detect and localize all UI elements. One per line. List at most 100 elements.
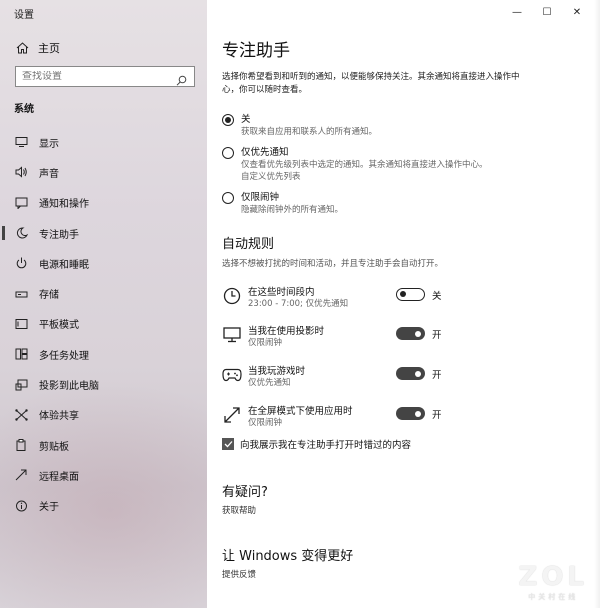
watermark-subtext: 中关村在线	[528, 593, 579, 601]
power-icon	[14, 256, 28, 270]
sidebar-item-label: 体验共享	[39, 411, 79, 423]
sidebar-item-focus-assist[interactable]: 专注助手	[0, 218, 207, 248]
rule-gaming-toggle[interactable]	[396, 367, 425, 380]
sidebar-item-remote-desktop[interactable]: 远程桌面	[0, 460, 207, 490]
remote-icon	[14, 468, 28, 482]
option-label: 关	[241, 114, 251, 125]
sidebar-item-label: 电源和睡眠	[39, 259, 89, 271]
search-box[interactable]	[15, 66, 195, 87]
sidebar-item-label: 关于	[39, 502, 59, 514]
watermark-text: ZOL	[518, 562, 588, 592]
moon-icon	[14, 226, 28, 240]
auto-rules-description: 选择不想被打扰的时间和活动，并且专注助手会自动打开。	[222, 259, 444, 269]
sidebar-item-label: 声音	[39, 168, 59, 180]
auto-rules-title: 自动规则	[222, 237, 275, 252]
gamepad-icon	[222, 365, 242, 385]
sidebar-item-label: 平板模式	[39, 320, 79, 332]
summary-checkbox-label: 向我展示我在专注助手打开时错过的内容	[240, 440, 412, 451]
sidebar-item-multitasking[interactable]: 多任务处理	[0, 339, 207, 369]
option-priority-only[interactable]: 仅优先通知 仅查看优先级列表中选定的通知。其余通知将直接进入操作中心。 自定义优…	[222, 146, 511, 183]
option-sub: 获取来自应用和联系人的所有通知。	[241, 127, 378, 137]
search-icon[interactable]	[176, 71, 188, 86]
home-link[interactable]: 主页	[14, 40, 60, 56]
radio-alarms-only[interactable]	[222, 192, 234, 204]
sidebar-item-power[interactable]: 电源和睡眠	[0, 248, 207, 278]
sidebar-item-label: 远程桌面	[39, 471, 79, 483]
radio-priority-only[interactable]	[222, 147, 234, 159]
sidebar-item-display[interactable]: 显示	[0, 127, 207, 157]
page-description: 选择你希望看到和听到的通知，以便能够保持关注。其余通知将直接进入操作中心，你可以…	[222, 72, 520, 95]
close-button[interactable]: ✕	[562, 4, 592, 20]
rule-name[interactable]: 当我玩游戏时	[248, 363, 305, 377]
speaker-icon	[14, 165, 28, 179]
toggle-state: 开	[432, 370, 442, 381]
sidebar-item-storage[interactable]: 存储	[0, 278, 207, 308]
sidebar-item-notifications[interactable]: 通知和操作	[0, 188, 207, 218]
customize-priority-link[interactable]: 自定义优先列表	[241, 171, 511, 183]
sidebar-item-label: 多任务处理	[39, 350, 89, 362]
sidebar-item-project[interactable]: 投影到此电脑	[0, 369, 207, 399]
fullscreen-icon	[222, 405, 242, 425]
home-label: 主页	[38, 42, 60, 55]
sidebar-item-label: 专注助手	[39, 229, 79, 241]
share-icon	[14, 408, 28, 422]
option-off[interactable]: 关 获取来自应用和联系人的所有通知。	[222, 113, 511, 138]
option-label: 仅优先通知	[241, 147, 289, 158]
toggle-state: 开	[432, 410, 442, 421]
sidebar-item-sound[interactable]: 声音	[0, 157, 207, 187]
option-sub: 仅查看优先级列表中选定的通知。其余通知将直接进入操作中心。	[241, 160, 488, 170]
section-title: 系统	[14, 104, 34, 115]
main-pane: — ☐ ✕ 专注助手 选择你希望看到和听到的通知，以便能够保持关注。其余通知将直…	[207, 0, 600, 608]
get-help-link[interactable]: 获取帮助	[222, 504, 256, 516]
rule-sub: 仅限闹钟	[248, 418, 283, 428]
sidebar-item-shared-experiences[interactable]: 体验共享	[0, 400, 207, 430]
rule-sub: 仅限闹钟	[248, 338, 283, 348]
minimize-button[interactable]: —	[502, 4, 532, 20]
rule-time-period[interactable]: 在这些时间段内 23:00 - 7:00; 仅优先通知 关	[222, 284, 592, 316]
sidebar-item-tablet[interactable]: 平板模式	[0, 309, 207, 339]
monitor-icon	[14, 135, 28, 149]
sidebar-item-label: 存储	[39, 290, 59, 302]
qa-title: 有疑问?	[222, 485, 268, 500]
maximize-button[interactable]: ☐	[532, 4, 562, 20]
window-edge	[594, 0, 600, 608]
window-controls: — ☐ ✕	[502, 4, 592, 20]
rule-name[interactable]: 当我在使用投影时	[248, 323, 324, 337]
sidebar-item-about[interactable]: 关于	[0, 491, 207, 521]
info-icon	[14, 499, 28, 513]
toggle-state: 开	[432, 330, 442, 341]
project-icon	[14, 378, 28, 392]
summary-checkbox-row[interactable]: 向我展示我在专注助手打开时错过的内容	[222, 437, 411, 451]
rule-projecting[interactable]: 当我在使用投影时 仅限闹钟 开	[222, 323, 592, 355]
make-windows-better-title: 让 Windows 变得更好	[222, 549, 354, 564]
rule-gaming[interactable]: 当我玩游戏时 仅优先通知 开	[222, 363, 592, 395]
option-alarms-only[interactable]: 仅限闹钟 隐藏除闹钟外的所有通知。	[222, 191, 511, 216]
clipboard-icon	[14, 438, 28, 452]
storage-icon	[14, 287, 28, 301]
sidebar-item-label: 投影到此电脑	[39, 381, 99, 393]
feedback-link[interactable]: 提供反馈	[222, 568, 256, 580]
rule-fullscreen-toggle[interactable]	[396, 407, 425, 420]
sidebar-item-clipboard[interactable]: 剪贴板	[0, 430, 207, 460]
option-sub: 隐藏除闹钟外的所有通知。	[241, 205, 344, 215]
sidebar-item-label: 剪贴板	[39, 441, 69, 453]
multitask-icon	[14, 347, 28, 361]
search-input[interactable]	[22, 71, 176, 82]
rule-name[interactable]: 在全屏模式下使用应用时	[248, 403, 353, 417]
rule-projecting-toggle[interactable]	[396, 327, 425, 340]
sidebar: 设置 主页 系统 显示 声音 通知和操作 专注助手	[0, 0, 207, 608]
radio-off[interactable]	[222, 114, 234, 126]
sidebar-nav: 显示 声音 通知和操作 专注助手 电源和睡眠 存储 平板模式 多任务处理 投影到…	[0, 127, 207, 521]
rule-fullscreen[interactable]: 在全屏模式下使用应用时 仅限闹钟 开	[222, 403, 592, 435]
app-title: 设置	[14, 10, 34, 21]
rule-time-toggle[interactable]	[396, 288, 425, 301]
clock-icon	[222, 286, 242, 306]
rule-sub: 仅优先通知	[248, 378, 291, 388]
sidebar-item-label: 通知和操作	[39, 199, 89, 211]
page-title: 专注助手	[222, 41, 290, 61]
home-icon	[14, 41, 30, 55]
rule-name[interactable]: 在这些时间段内	[248, 284, 315, 298]
sidebar-item-label: 显示	[39, 138, 59, 150]
summary-checkbox[interactable]	[222, 438, 234, 450]
option-label: 仅限闹钟	[241, 192, 280, 203]
